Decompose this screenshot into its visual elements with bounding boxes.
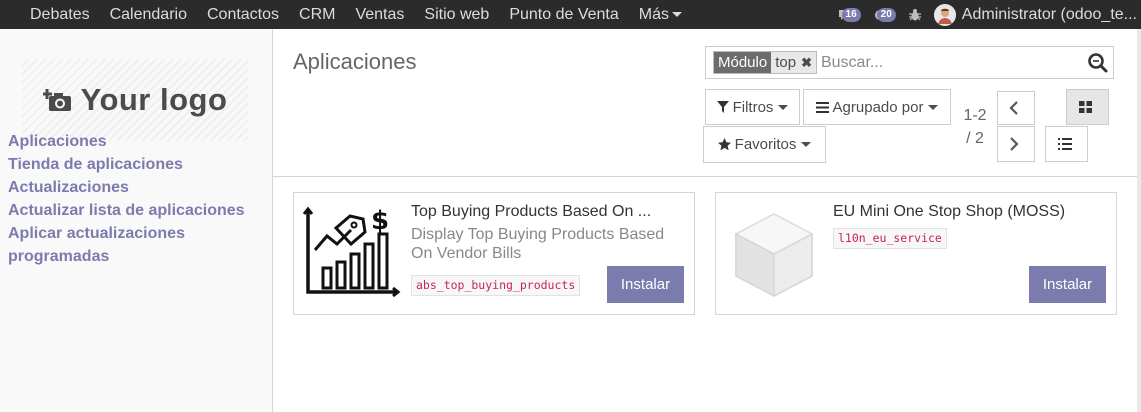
search-facet: Módulo top ✖: [713, 51, 817, 74]
user-name: Administrator (odoo_te...: [961, 5, 1137, 23]
pager-total: / 2: [966, 130, 984, 147]
chevron-down-icon: [672, 12, 682, 17]
chevron-down-icon: [778, 104, 789, 110]
install-button[interactable]: Instalar: [607, 266, 684, 303]
facet-label: Módulo: [714, 52, 772, 73]
chevron-left-icon: [1009, 101, 1018, 115]
filters-label: Filtros: [732, 98, 774, 116]
favorites-button[interactable]: Favoritos: [703, 126, 826, 163]
facet-value: top: [775, 54, 797, 71]
chevron-down-icon: [928, 104, 939, 110]
user-menu[interactable]: Administrator (odoo_te...: [933, 3, 1141, 26]
company-logo[interactable]: Your logo: [22, 59, 248, 141]
pager-previous-button[interactable]: [997, 91, 1035, 125]
sidebar-menu: Aplicaciones Tienda de aplicaciones Actu…: [8, 130, 263, 268]
close-icon[interactable]: ✖: [801, 52, 812, 73]
navbar-systray: 16 20 Administrator (odoo_te...: [838, 0, 1141, 29]
app-card[interactable]: $ Top Buying Products Based On ... Displ…: [293, 192, 695, 315]
sidebar: Your logo Aplicaciones Tienda de aplicac…: [0, 29, 273, 412]
search-box[interactable]: Módulo top ✖: [705, 46, 1114, 79]
pager-value[interactable]: 1-2 / 2: [963, 104, 987, 150]
star-icon: [717, 138, 731, 151]
nav-more-label: Más: [638, 5, 669, 23]
filters-button[interactable]: Filtros: [705, 89, 800, 125]
pager-range: 1-2: [963, 107, 987, 124]
list-view-button[interactable]: [1045, 126, 1088, 162]
app-summary: Display Top Buying Products Based On Ven…: [411, 226, 665, 262]
list-icon: [1057, 138, 1072, 150]
kanban-view-button[interactable]: [1066, 89, 1109, 125]
grid-icon: [1079, 101, 1092, 113]
install-button[interactable]: Instalar: [1029, 266, 1106, 303]
buying-chart-icon: $: [303, 206, 401, 298]
nav-item-ventas[interactable]: Ventas: [345, 6, 414, 24]
chevron-down-icon: [801, 142, 812, 147]
nav-item-debates[interactable]: Debates: [0, 6, 100, 24]
groupby-label: Agrupado por: [832, 98, 924, 116]
logo-text: Your logo: [80, 82, 228, 117]
avatar: [933, 3, 956, 26]
sidebar-item-aplicar-actualizaciones[interactable]: Aplicar actualizaciones programadas: [8, 222, 263, 268]
top-navbar: Debates Calendario Contactos CRM Ventas …: [0, 0, 1141, 29]
scrollbar[interactable]: [1137, 29, 1141, 412]
chevron-right-icon: [1010, 137, 1019, 151]
sidebar-item-aplicaciones[interactable]: Aplicaciones: [8, 130, 263, 153]
app-card[interactable]: EU Mini One Stop Shop (MOSS) l10n_eu_ser…: [715, 192, 1117, 315]
messages-count-badge: 16: [841, 7, 861, 22]
nav-item-contactos[interactable]: Contactos: [197, 6, 289, 24]
sidebar-item-actualizaciones[interactable]: Actualizaciones: [8, 176, 263, 199]
bug-icon: [908, 8, 921, 20]
nav-item-sitio-web[interactable]: Sitio web: [414, 6, 499, 24]
nav-item-crm[interactable]: CRM: [289, 6, 345, 24]
sidebar-item-tienda[interactable]: Tienda de aplicaciones: [8, 153, 263, 176]
search-icon[interactable]: [1087, 52, 1109, 74]
search-input[interactable]: [820, 53, 1071, 72]
kanban-view: $ Top Buying Products Based On ... Displ…: [273, 177, 1141, 412]
debug-menu[interactable]: [908, 8, 922, 22]
app-technical-name: abs_top_buying_products: [411, 275, 581, 296]
app-technical-name: l10n_eu_service: [833, 228, 947, 249]
app-title: EU Mini One Stop Shop (MOSS): [833, 203, 1066, 220]
main-content: Aplicaciones Módulo top ✖ Filtros: [273, 29, 1141, 412]
messages-menu[interactable]: 16: [838, 7, 861, 22]
activities-count-badge: 20: [876, 7, 896, 22]
favorites-label: Favoritos: [734, 136, 797, 153]
nav-item-punto-de-venta[interactable]: Punto de Venta: [499, 6, 628, 24]
pager-next-button[interactable]: [997, 126, 1035, 162]
svg-text:$: $: [371, 206, 389, 236]
sidebar-item-actualizar-lista[interactable]: Actualizar lista de aplicaciones: [8, 199, 263, 222]
filter-icon: [716, 101, 729, 113]
activities-menu[interactable]: 20: [873, 7, 896, 22]
nav-item-calendario[interactable]: Calendario: [100, 6, 197, 24]
nav-more-menu[interactable]: Más: [629, 6, 692, 24]
page-title: Aplicaciones: [293, 49, 417, 74]
module-cube-icon: [734, 213, 814, 298]
list-icon: [815, 101, 829, 113]
facet-value-wrap: top ✖: [771, 52, 816, 73]
camera-plus-icon: [42, 89, 71, 111]
control-panel: Aplicaciones Módulo top ✖ Filtros: [273, 29, 1141, 177]
app-title: Top Buying Products Based On ...: [411, 203, 652, 220]
groupby-button[interactable]: Agrupado por: [803, 89, 951, 125]
